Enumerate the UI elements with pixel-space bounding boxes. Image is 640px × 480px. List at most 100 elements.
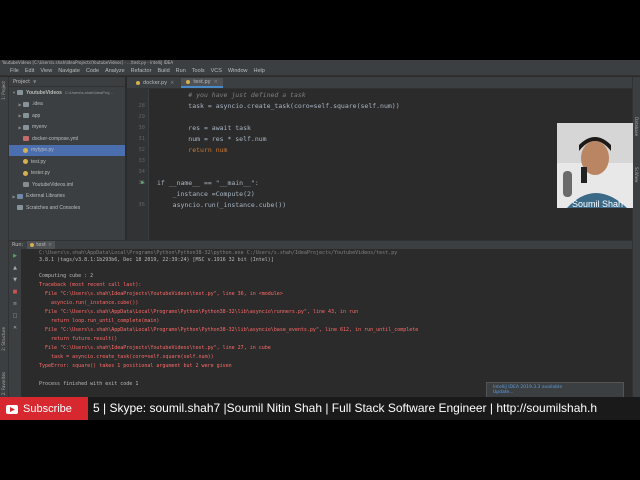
menu-file[interactable]: File (10, 68, 19, 74)
console-error-line[interactable]: File "C:\Users\s.shah\AppData\Local\Prog… (39, 326, 418, 335)
soft-wrap-icon[interactable]: ≡ (12, 301, 18, 307)
python-file-icon (30, 243, 35, 247)
project-header-label[interactable]: Project (13, 79, 30, 85)
close-icon[interactable]: × (170, 80, 174, 86)
presenter-photo (557, 123, 633, 208)
python-file-icon (186, 80, 191, 84)
tree-item-myenv[interactable]: ▶ myenv (9, 122, 125, 134)
tree-item-external-libraries[interactable]: ▶ External Libraries (9, 191, 125, 203)
tab-label: docker.py (143, 80, 168, 86)
menu-vcs[interactable]: VCS (211, 68, 222, 74)
tab-test-py[interactable]: test.py × (181, 78, 223, 88)
tree-item-tester[interactable]: tester.py (9, 168, 125, 180)
chevron-down-icon[interactable]: ▼ (33, 79, 36, 84)
code-line: # you have just defined a task (127, 89, 632, 100)
tree-item-mytype[interactable]: mytype.py (9, 144, 125, 156)
tree-item-label: Scratches and Consoles (26, 204, 81, 211)
menu-edit[interactable]: Edit (25, 68, 34, 74)
code-text: _instance =Compute(2) (157, 189, 255, 198)
tree-item-label: mytype.py (31, 147, 54, 154)
line-number: 31 (138, 135, 145, 142)
menu-bar: File Edit View Navigate Code Analyze Ref… (0, 66, 640, 76)
tree-item-app[interactable]: ▶ app (9, 110, 125, 122)
tree-item-scratches[interactable]: Scratches and Consoles (9, 202, 125, 214)
subscribe-button[interactable]: Subscribe (0, 397, 88, 420)
console-error-line: TypeError: square() takes 1 positional a… (39, 363, 232, 369)
tree-item-label: tester.py (31, 170, 50, 177)
tree-item-label: External Libraries (26, 193, 65, 200)
console-error-line: Traceback (most recent call last): (39, 282, 142, 288)
menu-refactor[interactable]: Refactor (131, 68, 152, 74)
print-icon[interactable]: □ (12, 313, 18, 319)
project-tool-tab[interactable]: 1: Project (1, 81, 6, 100)
menu-build[interactable]: Build (157, 68, 169, 74)
tab-docker-py[interactable]: docker.py × (131, 78, 180, 88)
presenter-name: Soumil Shah (572, 199, 624, 209)
line-number: 30 (138, 124, 145, 131)
favorites-tool-tab[interactable]: 2: Favorites (1, 372, 6, 395)
tree-item-label: docker-compose.yml (32, 135, 79, 142)
tree-item-test[interactable]: test.py (9, 156, 125, 168)
menu-help[interactable]: Help (253, 68, 264, 74)
console-error-line: return loop.run_until_complete(main) (39, 318, 160, 324)
tree-item-docker-compose[interactable]: docker-compose.yml (9, 133, 125, 145)
run-tab-test[interactable]: test × (27, 241, 56, 249)
menu-tools[interactable]: Tools (192, 68, 205, 74)
python-file-icon (23, 147, 28, 153)
tree-item-iml[interactable]: YoutubeVideos.iml (9, 179, 125, 191)
console-error-line[interactable]: File "C:\Users\s.shah\IdeaProjects\Youtu… (39, 344, 271, 353)
scroll-up-icon[interactable]: ▲ (12, 265, 18, 271)
subscribe-label: Subscribe (23, 402, 72, 415)
line-number: 34 (138, 168, 145, 175)
code-text: asyncio.run(_instance.cube()) (157, 200, 287, 209)
structure-tool-tab[interactable]: 2: Structure (1, 327, 6, 351)
scratch-icon (17, 205, 23, 211)
console-error-line: return future.result() (39, 336, 118, 342)
close-icon[interactable]: × (48, 242, 52, 248)
run-tab-label: test (36, 242, 46, 248)
code-text: task = asyncio.create_task(coro=self.squ… (157, 101, 400, 110)
menu-run[interactable]: Run (176, 68, 186, 74)
stream-banner: Subscribe 5 | Skype: soumil.shah7 |Soumi… (0, 397, 640, 420)
console-error-line[interactable]: File "C:\Users\s.shah\IdeaProjects\Youtu… (39, 290, 283, 299)
line-number: 32 (138, 146, 145, 153)
run-panel-header: Run: test × (9, 240, 632, 249)
console-error-line: asyncio.run(_instance.cube()) (39, 300, 139, 306)
line-number: 33 (138, 157, 145, 164)
run-gutter-icon[interactable]: ▶ (141, 179, 145, 186)
python-file-icon (23, 170, 28, 176)
run-console[interactable]: C:\Users\s.shah\AppData\Local\Programs\P… (21, 249, 632, 401)
database-tool-tab[interactable]: Database (634, 117, 639, 136)
rerun-icon[interactable]: ▶ (12, 253, 18, 259)
update-link[interactable]: Update... (493, 390, 617, 395)
project-panel: Project ▼ ▼ YoutubeVideos C:\Users\s.sha… (9, 77, 126, 240)
folder-icon (23, 101, 29, 107)
tree-item-idea[interactable]: ▶ .idea (9, 99, 125, 111)
menu-view[interactable]: View (40, 68, 52, 74)
menu-analyze[interactable]: Analyze (105, 68, 125, 74)
sciview-tool-tab[interactable]: SciView (634, 167, 639, 182)
code-line: 29 (127, 111, 632, 122)
line-number: 29 (138, 113, 145, 120)
code-line: 28 task = asyncio.create_task(coro=self.… (127, 100, 632, 111)
code-text: return num (157, 145, 228, 154)
close-icon[interactable]: × (214, 79, 218, 85)
code-text: res = await task (157, 123, 251, 132)
delete-icon[interactable]: ✕ (12, 325, 18, 331)
console-line: 3.8.1 (tags/v3.8.1:1b293b6, Dec 18 2019,… (39, 257, 274, 263)
tree-item-root[interactable]: ▼ YoutubeVideos C:\Users\s.shah\IdeaProj… (9, 87, 125, 99)
menu-window[interactable]: Window (228, 68, 248, 74)
scroll-down-icon[interactable]: ▼ (12, 277, 18, 283)
tree-item-label: .idea (32, 101, 43, 108)
tree-item-label: YoutubeVideos.iml (32, 181, 74, 188)
menu-navigate[interactable]: Navigate (58, 68, 80, 74)
ide-screen: YoutubeVideos [C:\Users\s.shah\IdeaProje… (0, 60, 640, 420)
menu-code[interactable]: Code (86, 68, 99, 74)
iml-file-icon (23, 182, 29, 188)
console-error-line[interactable]: File "C:\Users\s.shah\AppData\Local\Prog… (39, 308, 358, 317)
folder-icon (17, 90, 23, 96)
python-file-icon (23, 159, 28, 165)
tab-label: test.py (193, 79, 211, 85)
contact-ticker: 5 | Skype: soumil.shah7 |Soumil Nitin Sh… (93, 401, 598, 415)
stop-icon[interactable]: ■ (12, 289, 18, 295)
